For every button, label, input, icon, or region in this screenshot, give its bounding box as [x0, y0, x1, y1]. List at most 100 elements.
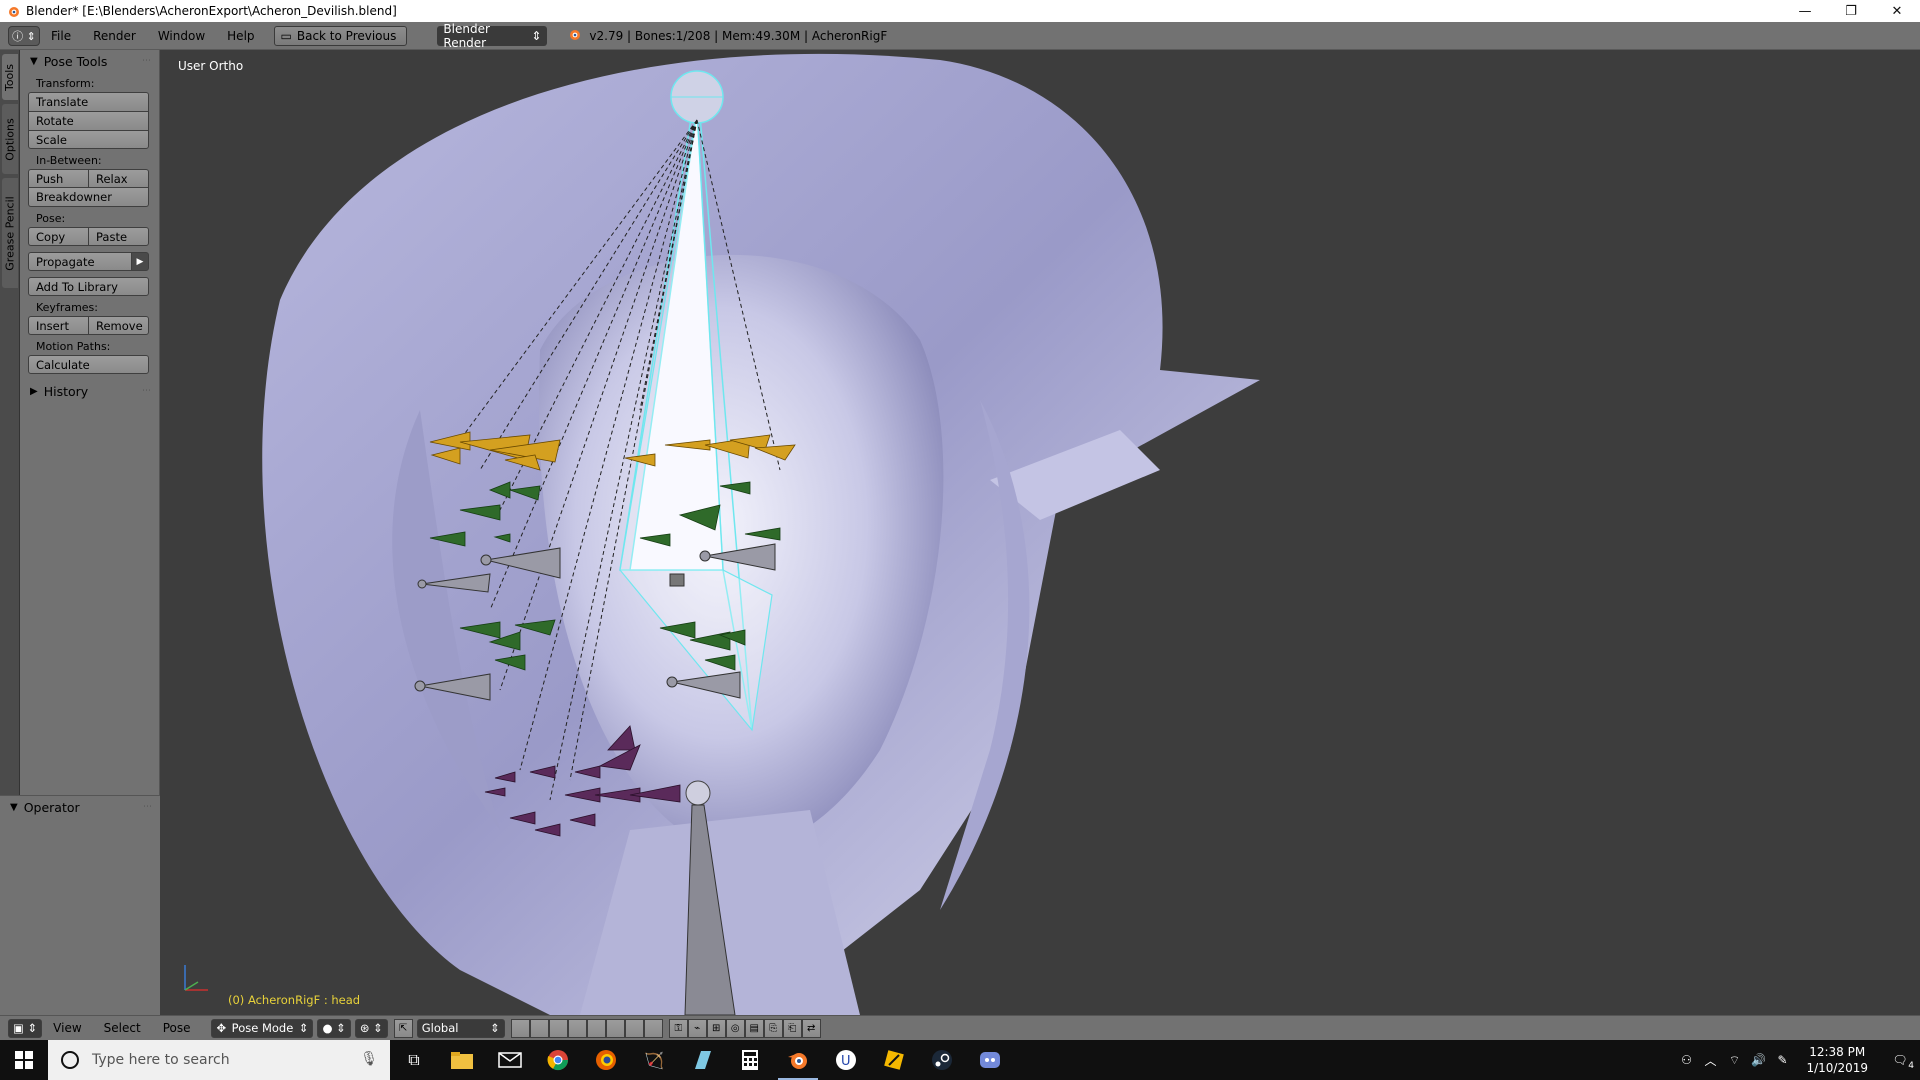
3d-view-icon: ▣ ⇕ [13, 1021, 38, 1035]
insert-keyframe-button[interactable]: Insert [28, 316, 88, 335]
3d-viewport[interactable]: User Ortho (0) AcheronRigF : head [160, 50, 1920, 1015]
blender-logo-icon [6, 4, 20, 18]
snap-icon[interactable]: ⌁ [687, 1018, 707, 1038]
menu-pose[interactable]: Pose [152, 1021, 202, 1035]
wifi-icon[interactable]: ⌔ [1722, 1053, 1746, 1068]
unity-hub-icon[interactable]: U [822, 1040, 870, 1080]
remove-keyframe-button[interactable]: Remove [88, 316, 149, 335]
close-button[interactable]: ✕ [1874, 0, 1920, 22]
add-to-library-button[interactable]: Add To Library [28, 277, 149, 296]
menu-view[interactable]: View [42, 1021, 92, 1035]
drag-grip-icon[interactable]: ⋯ [142, 386, 151, 396]
back-to-previous-button[interactable]: ▭ Back to Previous [273, 25, 408, 46]
viewport-shading-select[interactable]: ● ⇕ [317, 1018, 351, 1038]
copy-pose-button[interactable]: Copy [28, 227, 88, 246]
editor-type-selector[interactable]: ⓘ ⇕ [8, 25, 40, 46]
rotate-button[interactable]: Rotate [28, 111, 149, 130]
discord-icon[interactable] [966, 1040, 1014, 1080]
game-app-icon[interactable]: 🏹 [630, 1040, 678, 1080]
paste-flipped-icon[interactable]: ⇄ [801, 1018, 821, 1038]
layer-button[interactable] [586, 1018, 606, 1038]
calculate-motion-paths-button[interactable]: Calculate [28, 355, 149, 374]
microphone-icon[interactable]: 🎙 [360, 1051, 378, 1067]
scale-button[interactable]: Scale [28, 130, 149, 149]
tab-tools[interactable]: Tools [2, 54, 18, 100]
drag-grip-icon[interactable]: ⋯ [143, 802, 152, 812]
taskbar-search-box[interactable]: Type here to search 🎙 [48, 1040, 390, 1080]
history-panel-header[interactable]: ▶ History ⋯ [20, 380, 159, 402]
notes-app-icon[interactable] [678, 1040, 726, 1080]
editor-type-selector[interactable]: ▣ ⇕ [8, 1018, 43, 1038]
layer-button[interactable] [605, 1018, 625, 1038]
menu-window[interactable]: Window [147, 29, 216, 43]
pen-icon[interactable]: ✎ [1770, 1053, 1794, 1067]
clock[interactable]: 12:38 PM 1/10/2019 [1794, 1044, 1880, 1076]
volume-icon[interactable]: 🔊 [1746, 1053, 1770, 1067]
push-button[interactable]: Push [28, 169, 88, 188]
menu-select[interactable]: Select [93, 1021, 152, 1035]
file-explorer-icon[interactable] [438, 1040, 486, 1080]
people-icon[interactable]: ⚇ [1674, 1053, 1698, 1067]
layer-button[interactable] [529, 1018, 549, 1038]
task-view-icon[interactable]: ⧉ [390, 1040, 438, 1080]
layer-button[interactable] [548, 1018, 568, 1038]
window-titlebar: Blender* [E:\Blenders\AcheronExport\Ache… [0, 0, 1920, 22]
tool-shelf: ▼ Pose Tools ⋯ Transform: Translate Rota… [20, 50, 160, 795]
menu-file[interactable]: File [40, 29, 82, 43]
pivot-point-select[interactable]: ⊛ ⇕ [354, 1018, 388, 1038]
history-title: History [43, 383, 89, 399]
lock-layers-icon[interactable]: ⚿ [668, 1018, 688, 1038]
action-center-icon[interactable]: 🗨 4 [1880, 1053, 1920, 1071]
collapse-triangle-icon: ▼ [10, 801, 18, 813]
calculator-icon[interactable] [726, 1040, 774, 1080]
render-icon[interactable]: ▤ [744, 1018, 764, 1038]
layer-button[interactable] [567, 1018, 587, 1038]
layer-button[interactable] [624, 1018, 644, 1038]
breakdowner-button[interactable]: Breakdowner [28, 188, 149, 207]
tab-grease-pencil[interactable]: Grease Pencil [2, 178, 18, 288]
operator-title: Operator [23, 799, 80, 815]
interaction-mode-select[interactable]: ✥ Pose Mode ⇕ [211, 1018, 314, 1038]
copy-pose-icon[interactable]: ⎘ [763, 1018, 783, 1038]
render-engine-select[interactable]: Blender Render ⇕ [437, 22, 548, 50]
expand-triangle-icon: ▶ [30, 385, 38, 397]
tab-options[interactable]: Options [2, 104, 18, 174]
show-hidden-icons-chevron-icon[interactable]: ︿ [1698, 1052, 1722, 1069]
paste-pose-button[interactable]: Paste [88, 227, 149, 246]
start-button[interactable] [0, 1040, 48, 1080]
pencil-app-icon[interactable] [870, 1040, 918, 1080]
minimize-button[interactable]: — [1782, 0, 1828, 22]
menu-help[interactable]: Help [216, 29, 265, 43]
updown-arrow-icon: ⇕ [531, 28, 542, 43]
orientation-value: Global [421, 1021, 459, 1035]
snap-target-icon[interactable]: ⊞ [706, 1018, 726, 1038]
manipulator-toggle-icon[interactable]: ⇱ [393, 1018, 413, 1038]
svg-text:U: U [841, 1054, 851, 1069]
paste-pose-icon[interactable]: ⎗ [782, 1018, 802, 1038]
mail-icon[interactable] [486, 1040, 534, 1080]
toolshelf-tabs: Tools Options Grease Pencil [0, 50, 20, 795]
propagate-button[interactable]: Propagate [28, 252, 131, 271]
restore-button[interactable]: ❐ [1828, 0, 1874, 22]
chrome-icon[interactable] [534, 1040, 582, 1080]
translate-button[interactable]: Translate [28, 92, 149, 111]
proportional-edit-icon[interactable]: ◎ [725, 1018, 745, 1038]
steam-icon[interactable] [918, 1040, 966, 1080]
blender-taskbar-icon[interactable] [774, 1040, 822, 1080]
screen-icon: ▭ [280, 28, 292, 43]
menu-render[interactable]: Render [82, 29, 147, 43]
drag-grip-icon[interactable]: ⋯ [142, 56, 151, 66]
pose-tools-panel-header[interactable]: ▼ Pose Tools ⋯ [20, 50, 159, 72]
window-title: Blender* [E:\Blenders\AcheronExport\Ache… [26, 4, 397, 18]
operator-panel: ▼ Operator ⋯ [0, 795, 160, 1015]
relax-button[interactable]: Relax [88, 169, 149, 188]
operator-panel-header[interactable]: ▼ Operator ⋯ [0, 796, 160, 818]
solid-shading-icon: ● ⇕ [322, 1021, 346, 1035]
firefox-icon[interactable] [582, 1040, 630, 1080]
transform-orientation-select[interactable]: Global ⇕ [416, 1018, 505, 1038]
character-render [184, 53, 1260, 1015]
propagate-menu-arrow-icon[interactable]: ▶ [131, 252, 149, 271]
layer-button[interactable] [643, 1018, 663, 1038]
layer-button[interactable] [510, 1018, 530, 1038]
view-label: User Ortho [178, 59, 244, 73]
